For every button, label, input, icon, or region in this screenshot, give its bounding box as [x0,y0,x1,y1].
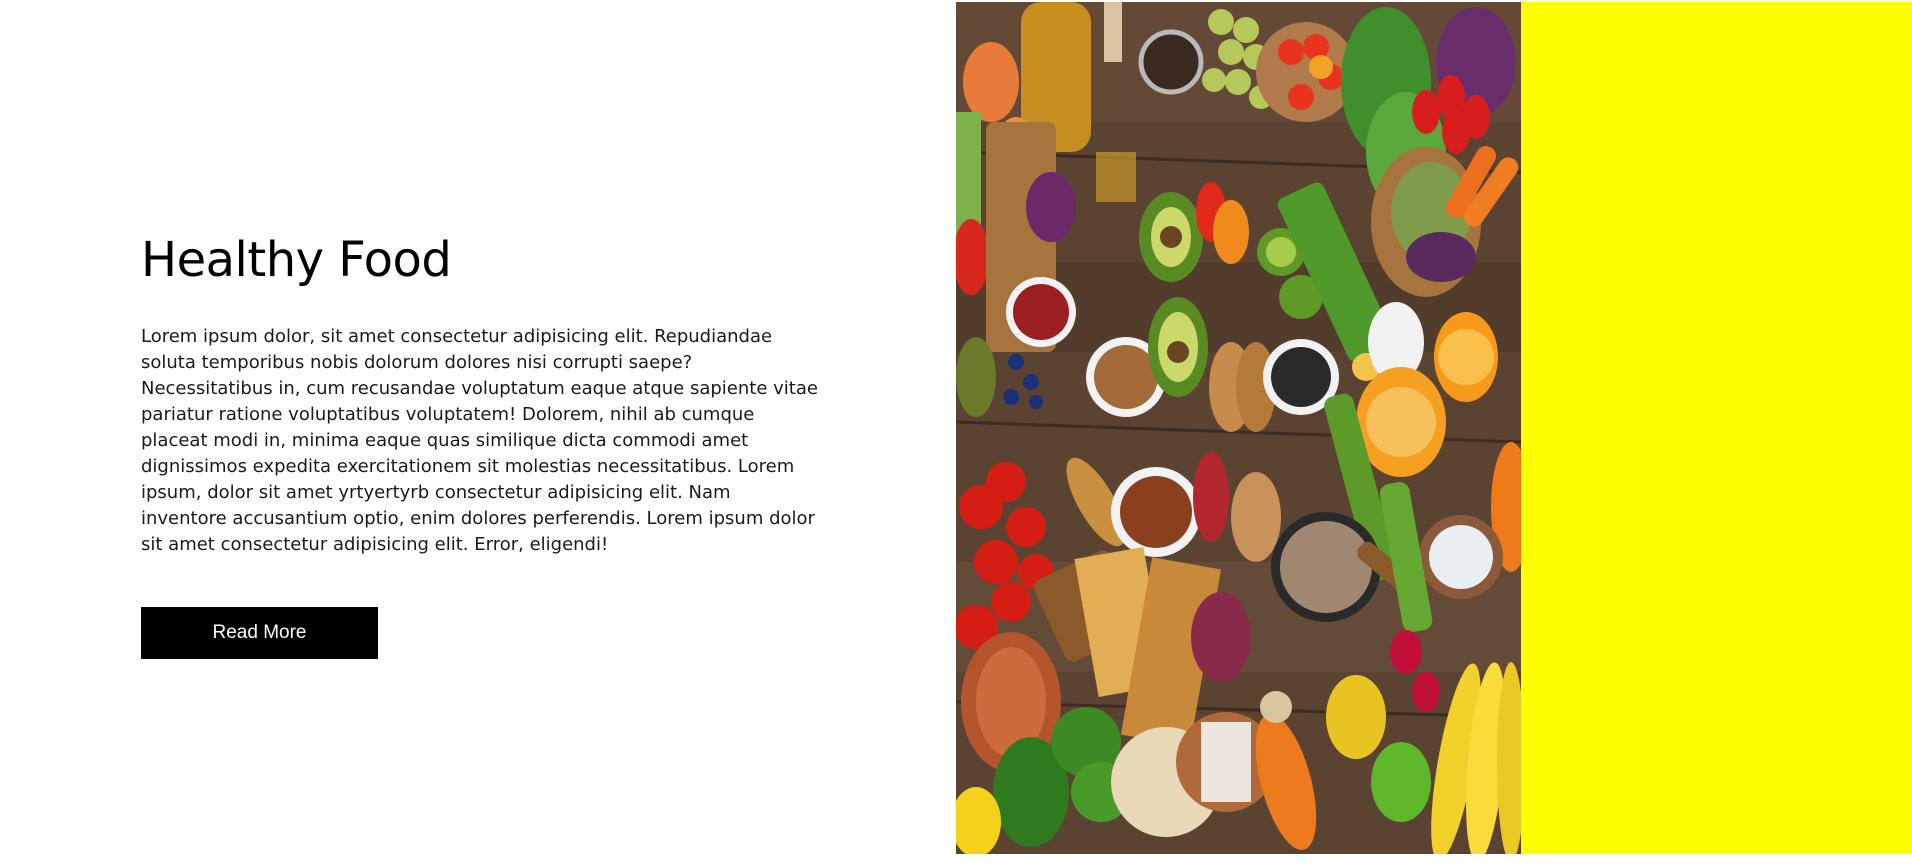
read-more-button[interactable]: Read More [141,607,378,659]
hero-description: Lorem ipsum dolor, sit amet consectetur … [141,326,818,555]
page-title: Healthy Food [141,232,452,288]
hero-section: Healthy Food Lorem ipsum dolor, sit amet… [0,0,1912,866]
healthy-food-image [956,2,1521,854]
yellow-accent-panel [1521,2,1912,854]
